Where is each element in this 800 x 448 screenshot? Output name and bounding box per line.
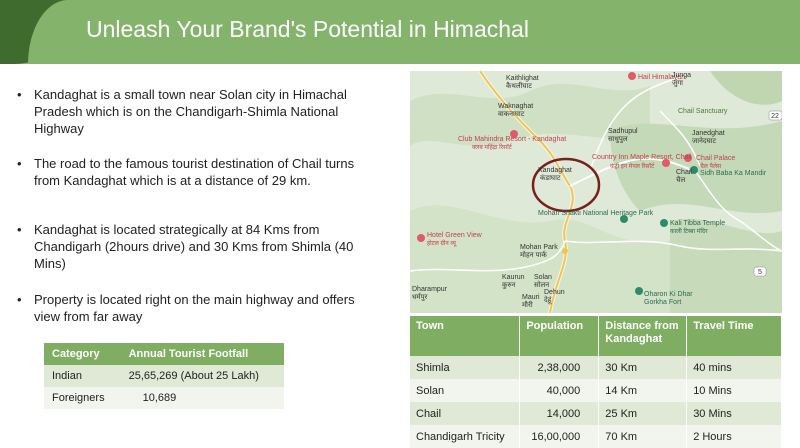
map-label: Kaithlighat [506,75,539,82]
page-title: Unleash Your Brand's Potential in Himach… [86,16,529,42]
map-label: Dehun [544,289,565,296]
map-label: Country Inn Maple Resort, Chail [592,154,692,161]
table-cell: 25 Km [598,402,688,425]
map-label: Sidh Baba Ka Mandir [700,170,767,177]
map-label: Kali Tibba Temple [670,220,725,227]
table-cell: 40 mins [686,356,782,379]
map-label: साधुपुल [608,136,628,143]
map-pin-icon [635,287,643,295]
map-label: Gorkha Fort [644,299,681,306]
table-header-row: Town Population Distance from Kandaghat … [410,316,782,356]
table-cell: 40,000 [519,379,600,402]
table-row: Foreigners 10,689 [44,387,284,409]
map-label: Mohan Shakti National Heritage Park [538,210,654,217]
map-label: सोलन [534,280,549,289]
map-label: Chail [676,169,692,176]
column-header: Travel Time [686,316,782,356]
map-label: Janedghat [692,130,725,137]
map-label: Club Mahindra Resort - Kandaghat [458,136,566,143]
map-label: Chail Palace [696,155,735,162]
towns-table: Town Population Distance from Kandaghat … [410,316,782,448]
road-number: 22 [771,113,779,120]
map-label: Waknaghat [498,103,533,110]
road-marker-icon [562,248,568,254]
map-label: मौरी [522,300,533,309]
map-label: होटल ग्रीन व्यू [427,239,457,247]
map-label: Chail Sanctuary [678,108,728,115]
map-label: चैल पैलेस [700,162,722,170]
table-cell: Solan [410,379,521,402]
bullet-item: Property is located right on the main hi… [8,291,373,325]
map-label: Hotel Green View [427,232,483,239]
bullet-item: The road to the famous tourist destinati… [8,155,373,189]
bullet-item: Kandaghat is a small town near Solan cit… [8,86,373,137]
map-label: Sadhupul [608,128,638,135]
map-label: Kaurun [502,274,525,281]
table-cell: 16,00,000 [519,425,600,448]
location-map: 5 22 Kaithlighat कैथलीघाट Hail Himalayan… [410,71,782,313]
table-cell: Chandigarh Tricity [410,425,521,448]
table-cell: 2,38,000 [519,356,600,379]
table-cell: 30 Mins [686,402,782,425]
table-row: Solan 40,000 14 Km 10 Mins [410,379,782,402]
map-label: कैथलीघाट [506,81,532,90]
map-label: वाकनाघाट [498,111,525,118]
column-header: Population [519,316,600,356]
map-label: जुंगा [672,79,683,87]
map-label: कंडाघाट [540,174,561,182]
map-graphic: 5 22 Kaithlighat कैथलीघाट Hail Himalayan… [410,71,782,313]
table-cell: Shimla [410,356,521,379]
column-header: Annual Tourist Footfall [120,343,284,365]
table-cell: 10,689 [120,387,284,409]
map-label: Solan [534,274,552,281]
map-pin-icon [417,234,425,242]
bullet-item: Kandaghat is located strategically at 84… [8,221,373,272]
map-pin-icon [660,219,668,227]
map-label: Mohan Park [520,244,558,251]
table-cell: 70 Km [598,425,688,448]
column-header: Town [410,316,521,356]
table-cell: Foreigners [44,387,121,409]
table-cell: Indian [44,365,121,387]
footfall-table: Category Annual Tourist Footfall Indian … [44,343,284,409]
map-label: क्लब महिंद्रा रिसॉर्ट [472,143,513,151]
map-label: मोहन पार्क [520,250,547,259]
map-label: चैल [676,175,685,184]
map-label: Dharampur [412,286,448,293]
table-cell: 14,000 [519,402,600,425]
map-label: Mauri [522,294,540,301]
map-label: जानेदघाट [692,136,717,145]
table-row: Indian 25,65,269 (About 25 Lakh) [44,365,284,387]
table-row: Shimla 2,38,000 30 Km 40 mins [410,356,782,379]
column-header: Category [44,343,121,365]
road-number: 5 [758,269,762,276]
header-bar: Unleash Your Brand's Potential in Himach… [0,0,800,64]
table-cell: 10 Mins [686,379,782,402]
column-header: Distance from Kandaghat [598,316,688,356]
table-cell: 14 Km [598,379,688,402]
map-label: Oharon Ki Dhar [644,291,693,298]
table-cell: 2 Hours [686,425,782,448]
table-row: Chail 14,000 25 Km 30 Mins [410,402,782,425]
map-pin-icon [628,72,636,80]
table-cell: Chail [410,402,521,425]
map-label: काली टिब्बा मंदिर [670,227,708,235]
table-cell: 25,65,269 (About 25 Lakh) [120,365,284,387]
bullet-list: Kandaghat is a small town near Solan cit… [8,86,373,325]
map-label: धर्मपुर [412,292,427,301]
table-cell: 30 Km [598,356,688,379]
map-label: Junga [672,72,691,79]
map-label: Kandaghat [538,167,572,174]
table-row: Chandigarh Tricity 16,00,000 70 Km 2 Hou… [410,425,782,448]
map-label: देहूं [544,295,552,305]
map-label: कुरुन [502,282,516,289]
table-header-row: Category Annual Tourist Footfall [44,343,284,365]
map-label: कंट्री इन मेपल रिसॉर्ट [610,162,655,170]
